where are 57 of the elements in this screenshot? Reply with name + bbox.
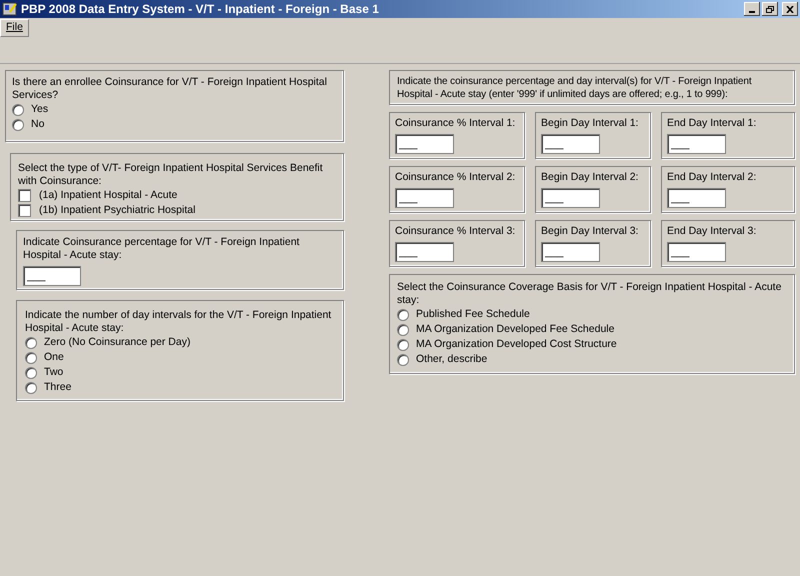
radio-label: No bbox=[31, 116, 44, 132]
restore-button[interactable] bbox=[762, 2, 778, 16]
field-label: End Day Interval 1: bbox=[667, 117, 758, 130]
input-field[interactable]: ___ bbox=[395, 134, 454, 154]
window-title: PBP 2008 Data Entry System - V/T - Inpatient - Foreign - Base 1 bbox=[21, 1, 379, 18]
app-icon bbox=[2, 1, 18, 17]
radio-button[interactable] bbox=[397, 354, 409, 366]
input-field[interactable]: ___ bbox=[667, 188, 726, 208]
radio-button[interactable] bbox=[12, 104, 24, 116]
radio-label: Three bbox=[44, 380, 72, 395]
input-field[interactable]: ___ bbox=[395, 188, 454, 208]
field-label: Coinsurance % Interval 2: bbox=[395, 171, 516, 184]
minimize-button[interactable] bbox=[744, 2, 760, 16]
close-button[interactable] bbox=[782, 2, 798, 16]
restore-icon bbox=[766, 6, 774, 12]
input-field[interactable]: ___ bbox=[541, 242, 600, 262]
radio-label: Two bbox=[44, 364, 64, 380]
input-field[interactable]: ___ bbox=[23, 266, 81, 286]
question-text: Select the type of V/T- Foreign Inpatient Hospital Services Benefit with Coinsurance: bbox=[18, 162, 324, 188]
field-label: Begin Day Interval 2: bbox=[541, 171, 640, 184]
field-label: End Day Interval 3: bbox=[667, 225, 758, 238]
radio-button[interactable] bbox=[397, 338, 409, 350]
radio-label: Zero (No Coinsurance per Day) bbox=[44, 334, 190, 350]
radio-button[interactable] bbox=[12, 118, 24, 130]
radio-button[interactable] bbox=[25, 352, 37, 364]
checkbox-label: (1b) Inpatient Psychiatric Hospital bbox=[39, 202, 196, 218]
input-field[interactable]: ___ bbox=[667, 134, 726, 154]
menu-item[interactable]: File bbox=[0, 18, 29, 36]
question-text: Is there an enrollee Coinsurance for V/T - Foreign Inpatient Hospital Services? bbox=[12, 76, 328, 102]
field-label: Begin Day Interval 3: bbox=[541, 225, 640, 238]
radio-button[interactable] bbox=[25, 336, 37, 348]
radio-label: Published Fee Schedule bbox=[416, 306, 530, 322]
field-label: Coinsurance % Interval 1: bbox=[395, 117, 516, 130]
field-label: Coinsurance % Interval 3: bbox=[395, 225, 516, 238]
radio-label: Yes bbox=[31, 102, 48, 117]
radio-label: One bbox=[44, 350, 64, 365]
radio-button[interactable] bbox=[25, 366, 37, 378]
question-text: Select the Coinsurance Coverage Basis for V/T - Foreign Inpatient Hospital - Acute stay: bbox=[397, 281, 782, 307]
radio-label: MA Organization Developed Cost Structure bbox=[416, 336, 617, 352]
question-text: Indicate the number of day intervals for the V/T - Foreign Inpatient Hospital - Acute stay: bbox=[25, 309, 332, 335]
instruction-text: Indicate the coinsurance percentage and day interval(s) for V/T - Foreign Inpatient Hospital - Acute stay (enter '999' if unlimited days are offered; e.g., 1 to 999): bbox=[397, 75, 753, 101]
checkbox[interactable] bbox=[18, 189, 31, 202]
input-field[interactable]: ___ bbox=[541, 188, 600, 208]
radio-label: MA Organization Developed Fee Schedule bbox=[416, 322, 614, 337]
input-field[interactable]: ___ bbox=[541, 134, 600, 154]
radio-button[interactable] bbox=[25, 382, 37, 394]
radio-button[interactable] bbox=[397, 308, 409, 320]
radio-button[interactable] bbox=[397, 324, 409, 336]
radio-label: Other, describe bbox=[416, 352, 488, 367]
checkbox-label: (1a) Inpatient Hospital - Acute bbox=[39, 188, 178, 203]
input-field[interactable]: ___ bbox=[667, 242, 726, 262]
checkbox[interactable] bbox=[18, 204, 31, 217]
close-icon bbox=[786, 6, 794, 12]
field-label: End Day Interval 2: bbox=[667, 171, 758, 184]
question-text: Indicate Coinsurance percentage for V/T - Foreign Inpatient Hospital - Acute stay: bbox=[23, 236, 300, 262]
field-label: Begin Day Interval 1: bbox=[541, 117, 640, 130]
input-field[interactable]: ___ bbox=[395, 242, 454, 262]
